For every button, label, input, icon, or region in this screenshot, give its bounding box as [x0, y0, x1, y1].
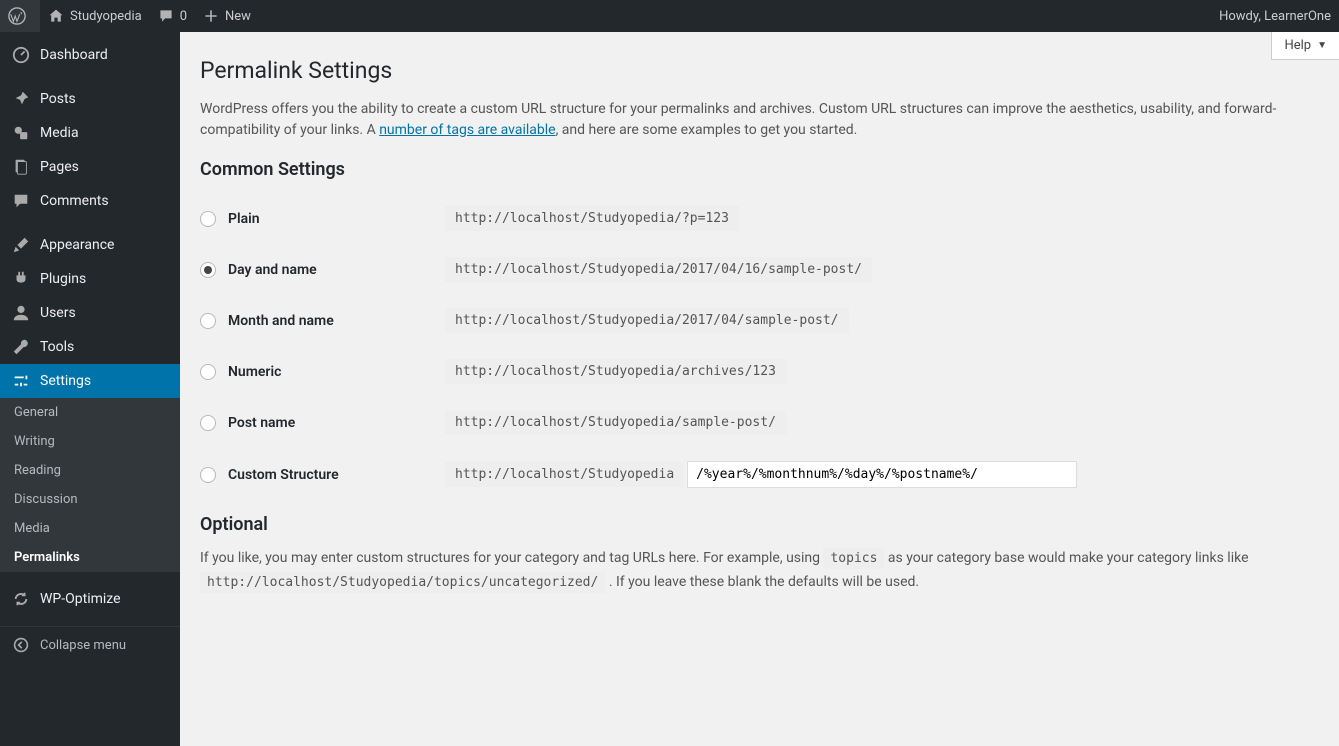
- common-settings-heading: Common Settings: [200, 159, 1319, 180]
- page-icon: [10, 158, 32, 176]
- permalink-option-row: Day and name http://localhost/Studyopedia…: [200, 257, 1319, 282]
- dashboard-icon: [10, 46, 32, 64]
- page-title: Permalink Settings: [200, 57, 1319, 84]
- submenu-discussion[interactable]: Discussion: [0, 485, 180, 514]
- sidebar-item-media[interactable]: Media: [0, 116, 180, 150]
- comments-count: 0: [180, 9, 187, 24]
- permalink-option-custom: Custom Structure http://localhost/Studyo…: [200, 461, 1319, 488]
- wordpress-icon: [8, 7, 26, 25]
- wrench-icon: [10, 338, 32, 356]
- radio-text: Month and name: [228, 313, 334, 329]
- optional-heading: Optional: [200, 514, 1319, 535]
- submenu-media[interactable]: Media: [0, 514, 180, 543]
- sidebar-item-appearance[interactable]: Appearance: [0, 228, 180, 262]
- submenu-writing[interactable]: Writing: [0, 427, 180, 456]
- sidebar-item-dashboard[interactable]: Dashboard: [0, 38, 180, 72]
- radio-custom[interactable]: [200, 467, 216, 483]
- permalink-option-row: Plain http://localhost/Studyopedia/?p=123: [200, 206, 1319, 231]
- radio-label[interactable]: Numeric: [200, 364, 445, 380]
- radio-input[interactable]: [200, 211, 216, 227]
- permalink-option-row: Numeric http://localhost/Studyopedia/arch…: [200, 359, 1319, 384]
- brush-icon: [10, 236, 32, 254]
- sidebar-item-settings[interactable]: Settings: [0, 364, 180, 398]
- site-name: Studyopedia: [70, 9, 142, 24]
- permalink-option-row: Month and name http://localhost/Studyoped…: [200, 308, 1319, 333]
- howdy-text: Howdy, LearnerOne: [1219, 9, 1331, 24]
- admin-toolbar: Studyopedia 0 New Howdy, LearnerOne: [0, 0, 1339, 32]
- radio-input[interactable]: [200, 415, 216, 431]
- submenu-general[interactable]: General: [0, 398, 180, 427]
- settings-submenu: General Writing Reading Discussion Media…: [0, 398, 180, 572]
- home-icon: [48, 8, 64, 24]
- comment-icon: [10, 192, 32, 210]
- custom-prefix: http://localhost/Studyopedia: [445, 462, 684, 487]
- submenu-reading[interactable]: Reading: [0, 456, 180, 485]
- radio-label-custom[interactable]: Custom Structure: [200, 467, 445, 483]
- sidebar-item-plugins[interactable]: Plugins: [0, 262, 180, 296]
- sidebar-item-users[interactable]: Users: [0, 296, 180, 330]
- comment-icon: [158, 8, 174, 24]
- pin-icon: [10, 90, 32, 108]
- radio-input[interactable]: [200, 262, 216, 278]
- new-label: New: [225, 9, 251, 24]
- sidebar-item-wpoptimize[interactable]: WP-Optimize: [0, 582, 180, 616]
- collapse-icon: [10, 637, 32, 653]
- radio-label[interactable]: Post name: [200, 415, 445, 431]
- custom-structure-input[interactable]: [687, 461, 1077, 488]
- radio-text: Numeric: [228, 364, 281, 380]
- refresh-icon: [10, 590, 32, 608]
- radio-label[interactable]: Plain: [200, 211, 445, 227]
- permalink-example: http://localhost/Studyopedia/2017/04/16/…: [445, 257, 872, 282]
- site-home-link[interactable]: Studyopedia: [40, 0, 150, 32]
- sidebar-item-pages[interactable]: Pages: [0, 150, 180, 184]
- admin-sidebar: Dashboard Posts Media Pages Comments App…: [0, 32, 180, 746]
- tags-available-link[interactable]: number of tags are available: [379, 122, 555, 138]
- media-icon: [10, 124, 32, 142]
- permalink-option-row: Post name http://localhost/Studyopedia/sa…: [200, 410, 1319, 435]
- sidebar-item-comments[interactable]: Comments: [0, 184, 180, 218]
- permalink-example: http://localhost/Studyopedia/sample-post…: [445, 410, 786, 435]
- page-description: WordPress offers you the ability to crea…: [200, 99, 1319, 141]
- plus-icon: [203, 8, 219, 24]
- help-tab-button[interactable]: Help ▼: [1271, 32, 1339, 60]
- code-topics: topics: [823, 548, 884, 569]
- wp-logo[interactable]: [0, 0, 40, 32]
- account-link[interactable]: Howdy, LearnerOne: [1211, 0, 1339, 32]
- collapse-menu[interactable]: Collapse menu: [0, 626, 180, 663]
- radio-label[interactable]: Month and name: [200, 313, 445, 329]
- radio-input[interactable]: [200, 313, 216, 329]
- caret-down-icon: ▼: [1317, 40, 1327, 51]
- radio-text: Post name: [228, 415, 295, 431]
- submenu-permalinks[interactable]: Permalinks: [0, 543, 180, 572]
- code-example-url: http://localhost/Studyopedia/topics/unca…: [200, 572, 605, 593]
- sidebar-item-tools[interactable]: Tools: [0, 330, 180, 364]
- permalink-example: http://localhost/Studyopedia/?p=123: [445, 206, 739, 231]
- main-content: Help ▼ Permalink Settings WordPress offe…: [180, 32, 1339, 746]
- optional-description: If you like, you may enter custom struct…: [200, 547, 1319, 595]
- permalink-example: http://localhost/Studyopedia/archives/12…: [445, 359, 786, 384]
- radio-input[interactable]: [200, 364, 216, 380]
- radio-text: Plain: [228, 211, 260, 227]
- sidebar-item-posts[interactable]: Posts: [0, 82, 180, 116]
- plug-icon: [10, 270, 32, 288]
- permalink-example: http://localhost/Studyopedia/2017/04/sam…: [445, 308, 849, 333]
- new-content-link[interactable]: New: [195, 0, 259, 32]
- radio-text: Day and name: [228, 262, 317, 278]
- user-icon: [10, 304, 32, 322]
- sliders-icon: [10, 372, 32, 390]
- comments-link[interactable]: 0: [150, 0, 195, 32]
- radio-label[interactable]: Day and name: [200, 262, 445, 278]
